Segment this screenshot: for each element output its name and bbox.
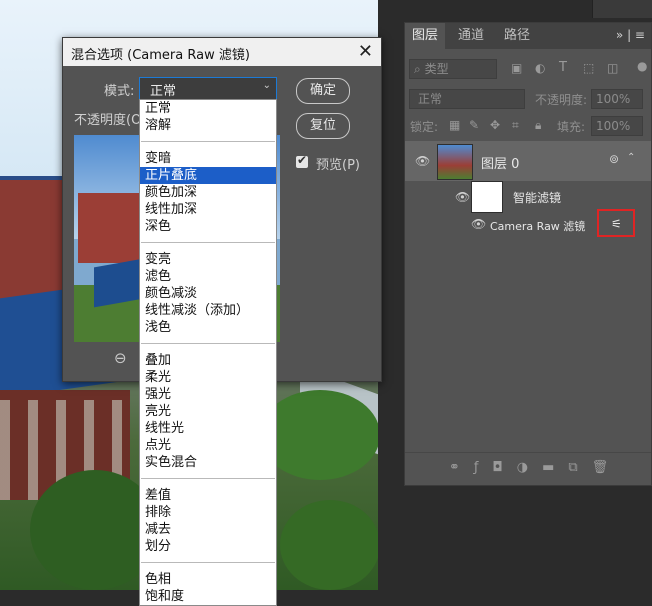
blend-mode-option[interactable]: 正片叠底 <box>140 167 276 184</box>
blend-mode-option[interactable]: 线性减淡（添加） <box>140 302 276 319</box>
window-strip <box>592 0 652 18</box>
layer-thumbnail <box>437 144 473 180</box>
blend-mode-option[interactable]: 强光 <box>140 386 276 403</box>
blend-mode-option[interactable]: 色相 <box>140 571 276 588</box>
blend-mode-option[interactable]: 变亮 <box>140 251 276 268</box>
search-icon: ⌕ <box>414 62 421 76</box>
shape-filter-icon[interactable]: ⬚ <box>583 61 594 75</box>
dropdown-separator <box>141 343 275 344</box>
blend-mode-option[interactable]: 溶解 <box>140 117 276 134</box>
tab-layers[interactable]: 图层 <box>405 23 446 49</box>
blend-mode-option[interactable]: 叠加 <box>140 352 276 369</box>
blend-mode-option[interactable]: 浅色 <box>140 319 276 336</box>
layer-filter-label: 类型 <box>424 62 449 76</box>
reset-button[interactable]: 复位 <box>296 113 350 139</box>
mode-select-value: 正常 <box>150 84 177 99</box>
blend-mode-option[interactable]: 颜色减淡 <box>140 285 276 302</box>
smart-object-icon: ⊚ <box>609 152 620 166</box>
blend-mode-option[interactable]: 线性加深 <box>140 201 276 218</box>
preview-label: 预览(P) <box>316 158 360 173</box>
collapse-chevron-icon[interactable]: ⌃ <box>627 152 635 163</box>
blend-mode-option[interactable]: 亮光 <box>140 403 276 420</box>
panel-menu-icon[interactable]: » | ≡ <box>616 28 645 42</box>
panel-tabs: 图层 通道 路径 » | ≡ <box>405 23 651 49</box>
layers-panel: 图层 通道 路径 » | ≡ ⌕ 类型 ▣ ◐ T ⬚ ◫ ● 正常 不透明度:… <box>404 22 652 486</box>
lock-artboard-icon[interactable]: ⌗ <box>512 118 519 133</box>
lock-transparent-icon[interactable]: ▦ <box>449 118 460 132</box>
blend-mode-option[interactable]: 颜色加深 <box>140 184 276 201</box>
chevron-down-icon: ⌄ <box>262 80 271 91</box>
zoom-out-icon[interactable]: ⊖ <box>114 349 127 367</box>
dropdown-separator <box>141 562 275 563</box>
panel-bottom-bar: ⚭ƒ◘◑▬⧉🗑︎ <box>405 452 651 485</box>
blend-mode-option[interactable]: 线性光 <box>140 420 276 437</box>
fill-input[interactable]: 100% <box>591 116 643 136</box>
dialog-title: 混合选项 (Camera Raw 滤镜) <box>71 48 250 63</box>
layer-opacity-label: 不透明度: <box>535 93 588 107</box>
image-filter-icon[interactable]: ▣ <box>511 61 522 75</box>
blend-mode-option[interactable]: 深色 <box>140 218 276 235</box>
smart-filter-label: 智能滤镜 <box>513 191 562 205</box>
blend-mode-option[interactable]: 正常 <box>140 100 276 117</box>
blend-mode-dropdown: 正常 溶解变暗 正片叠底 颜色加深 线性加深 深色变亮 滤色 颜色减淡 线性减淡（添加） 浅色叠加… <box>139 99 277 606</box>
checkmark-icon: ✔ <box>297 153 308 167</box>
layer-blend-mode-select[interactable]: 正常 <box>409 89 525 109</box>
tab-channels[interactable]: 通道 <box>451 23 491 49</box>
blend-mode-option[interactable]: 排除 <box>140 504 276 521</box>
blend-mode-option[interactable]: 饱和度 <box>140 588 276 605</box>
lock-position-icon[interactable]: ✥ <box>490 118 500 132</box>
highlight-box <box>597 209 635 237</box>
blend-mode-option[interactable]: 滤色 <box>140 268 276 285</box>
blend-mode-option[interactable]: 点光 <box>140 437 276 454</box>
lock-label: 锁定: <box>410 120 439 134</box>
smart-filter-mask-thumbnail <box>471 181 503 213</box>
mode-label: 模式: <box>104 84 135 99</box>
lock-pixels-icon[interactable]: ✎ <box>469 118 479 132</box>
filter-name: Camera Raw 滤镜 <box>490 220 586 233</box>
smart-filter-eye-icon[interactable]: 👁︎ <box>455 190 470 204</box>
fill-value: 100% <box>596 119 631 133</box>
dropdown-separator <box>141 141 275 142</box>
dialog-titlebar: 混合选项 (Camera Raw 滤镜) ✕ <box>63 38 381 66</box>
lock-all-icon[interactable]: 🔒︎ <box>535 118 541 133</box>
blend-mode-option[interactable]: 减去 <box>140 521 276 538</box>
filter-toggle-icon[interactable]: ● <box>637 59 647 73</box>
layer-blend-mode-value: 正常 <box>418 92 443 106</box>
preview-checkbox[interactable]: ✔ <box>296 153 308 168</box>
type-filter-icon[interactable]: T <box>559 60 567 75</box>
panel-bottom-icons[interactable]: ⚭ƒ◘◑▬⧉🗑︎ <box>449 460 622 475</box>
ok-button[interactable]: 确定 <box>296 78 350 104</box>
blend-mode-option[interactable]: 变暗 <box>140 150 276 167</box>
blend-mode-option[interactable]: 实色混合 <box>140 454 276 471</box>
mode-select[interactable]: 正常 ⌄ <box>139 77 277 100</box>
visibility-eye-icon[interactable]: 👁︎ <box>415 154 430 168</box>
blend-mode-option[interactable]: 柔光 <box>140 369 276 386</box>
layer-filter-select[interactable]: ⌕ 类型 <box>409 59 497 79</box>
tab-paths[interactable]: 路径 <box>497 23 537 49</box>
dropdown-separator <box>141 242 275 243</box>
layer-name: 图层 0 <box>481 157 520 172</box>
fill-label: 填充: <box>557 120 586 134</box>
opacity-label: 不透明度(O <box>74 113 142 128</box>
blend-mode-option[interactable]: 划分 <box>140 538 276 555</box>
smart-object-filter-icon[interactable]: ◫ <box>607 61 618 75</box>
filter-eye-icon[interactable]: 👁︎ <box>471 217 486 231</box>
close-icon[interactable]: ✕ <box>358 41 373 62</box>
dropdown-separator <box>141 478 275 479</box>
layer-opacity-input[interactable]: 100% <box>591 89 643 109</box>
blend-mode-option[interactable]: 差值 <box>140 487 276 504</box>
layer-row-layer-0[interactable]: 👁︎ 图层 0 ⊚ ⌃ <box>405 141 651 181</box>
layer-opacity-value: 100% <box>596 92 631 106</box>
adjustment-filter-icon[interactable]: ◐ <box>535 61 545 75</box>
